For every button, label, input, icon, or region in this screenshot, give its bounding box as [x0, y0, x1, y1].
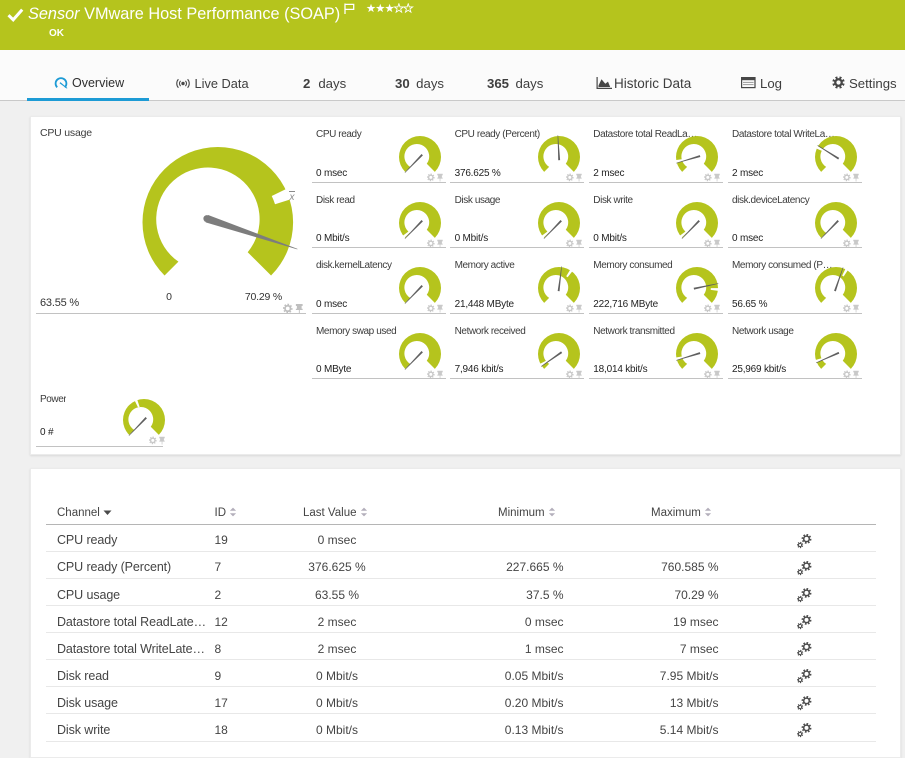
- svg-text:x: x: [289, 192, 296, 203]
